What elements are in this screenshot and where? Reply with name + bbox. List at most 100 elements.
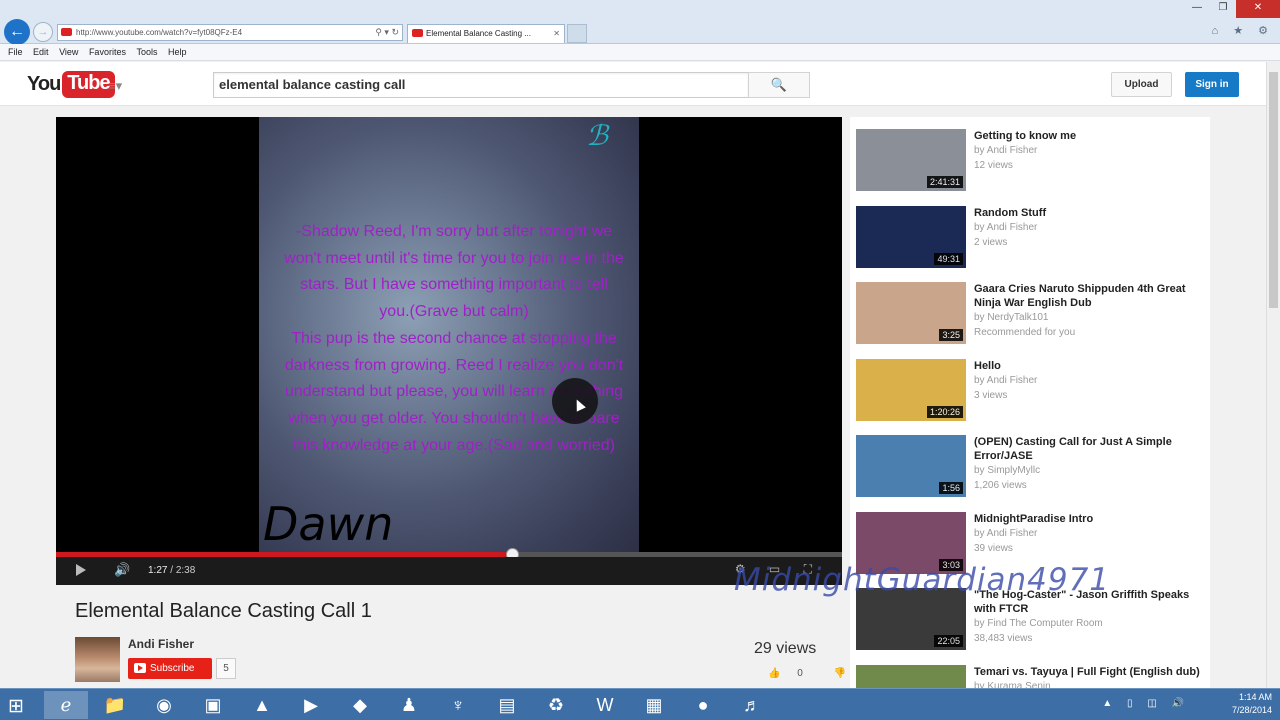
video-duration: 3:25 xyxy=(939,329,963,341)
video-duration: 1:56 xyxy=(939,482,963,494)
related-video-item[interactable]: Temari vs. Tayuya | Full Fight (English … xyxy=(856,664,1206,689)
view-count: 29 views xyxy=(754,640,817,657)
related-video-author: by Andi Fisher xyxy=(974,221,1038,233)
back-button[interactable]: ← xyxy=(4,19,30,45)
taskbar-apps: ℯ 📁 ◉ ▣ ▲ ▶ ◆ ♟ ♆ ▤ ♻ W ▦ ● ♬ xyxy=(44,691,779,719)
video-duration: 49:31 xyxy=(934,252,963,265)
taskbar-app-icon[interactable]: ▶ xyxy=(289,691,333,719)
menu-view[interactable]: View xyxy=(59,44,78,60)
logo-tube: Tube xyxy=(62,70,115,98)
video-duration: 2:41:31 xyxy=(926,176,963,188)
home-favorites-settings-icon[interactable]: ⌂ ★ ⚙ xyxy=(1212,24,1274,37)
address-controls-icon[interactable]: ⚲ ▾ ↻ xyxy=(375,25,399,40)
video-thumbnail[interactable]: 1:56 xyxy=(856,435,966,497)
youtube-favicon-icon xyxy=(412,29,423,37)
taskbar-app-icon[interactable]: ◉ xyxy=(142,691,186,719)
related-video-meta: 38,483 views xyxy=(974,633,1033,644)
taskbar-app-icon[interactable]: ♟ xyxy=(387,691,431,719)
tab-title: Elemental Balance Casting ... xyxy=(426,29,531,38)
related-video-item[interactable]: 1:20:26 Hello by Andi Fisher 3 views xyxy=(856,358,1206,423)
related-video-item[interactable]: 49:31 Random Stuff by Andi Fisher 2 views xyxy=(856,205,1206,270)
thumbs-down-icon: 👎 xyxy=(833,668,847,679)
channel-name[interactable]: Andi Fisher xyxy=(128,637,194,651)
browser-tab[interactable]: Elemental Balance Casting ... ✕ xyxy=(407,24,565,43)
guide-menu-icon[interactable]: ≡▾ xyxy=(108,78,122,94)
video-thumbnail[interactable]: 3:25 xyxy=(856,282,966,344)
current-time: 1:27 xyxy=(148,565,168,576)
related-video-author: by Andi Fisher xyxy=(974,145,1038,156)
close-window-button[interactable]: ✕ xyxy=(1236,0,1280,18)
restore-button[interactable]: ❐ xyxy=(1210,0,1236,18)
browser-titlebar: ← → http://www.youtube.com/watch?v=fyt08… xyxy=(0,0,1280,45)
taskbar-app-icon[interactable]: ● xyxy=(681,691,725,719)
video-duration: 1:20:26 xyxy=(926,405,963,418)
back-arrow-icon: ← xyxy=(9,23,25,40)
taskbar-app-icon[interactable]: ♬ xyxy=(730,691,774,719)
upload-button[interactable]: Upload xyxy=(1111,72,1172,97)
like-button[interactable]: 👍 0 xyxy=(768,668,817,679)
related-video-author: by Kurama Senin xyxy=(974,680,1051,689)
clock[interactable]: 1:14 AM 7/28/2014 xyxy=(1232,691,1272,717)
address-bar[interactable]: http://www.youtube.com/watch?v=fyt08QFz-… xyxy=(57,24,403,41)
video-thumbnail[interactable]: 1:20:26 xyxy=(856,358,966,421)
menu-help[interactable]: Help xyxy=(168,44,187,60)
related-video-author: by Andi Fisher xyxy=(974,527,1038,539)
clock-date: 7/28/2014 xyxy=(1231,705,1272,715)
taskbar-app-icon[interactable]: W xyxy=(583,691,627,719)
play-icon[interactable] xyxy=(76,564,86,576)
logo-you: You xyxy=(27,72,61,95)
taskbar-app-icon[interactable]: ▦ xyxy=(632,691,676,719)
channel-avatar[interactable] xyxy=(75,637,120,682)
search-button[interactable]: 🔍 xyxy=(748,72,810,98)
related-video-meta: 2 views xyxy=(974,236,1008,248)
taskbar-app-icon[interactable]: ▤ xyxy=(485,691,529,719)
system-tray-icon[interactable]: ▲ ▯ ◫ 🔊 xyxy=(1102,698,1190,709)
related-video-title[interactable]: Random Stuff xyxy=(974,206,1204,220)
taskbar-app-icon[interactable]: 📁 xyxy=(93,691,137,719)
related-video-meta: 12 views xyxy=(974,160,1013,171)
menu-favorites[interactable]: Favorites xyxy=(89,44,126,60)
minimize-button[interactable]: — xyxy=(1184,0,1210,18)
duration: 2:38 xyxy=(175,565,196,576)
tab-close-icon[interactable]: ✕ xyxy=(553,25,560,42)
related-video-item[interactable]: 1:56 (OPEN) Casting Call for Just A Simpl… xyxy=(856,435,1206,499)
related-video-title[interactable]: Hello xyxy=(974,359,1204,373)
scrollbar-thumb[interactable] xyxy=(1269,72,1278,308)
related-video-meta: 3 views xyxy=(974,389,1008,401)
taskbar-app-icon[interactable]: ▲ xyxy=(240,691,284,719)
video-thumbnail[interactable] xyxy=(856,664,966,688)
menu-tools[interactable]: Tools xyxy=(136,44,157,60)
menu-file[interactable]: File xyxy=(8,44,23,60)
sign-in-button[interactable]: Sign in xyxy=(1185,72,1239,97)
subscribe-button[interactable]: Subscribe xyxy=(128,658,212,679)
related-video-item[interactable]: 3:25 Gaara Cries Naruto Shippuden 4th Gre… xyxy=(856,282,1206,346)
taskbar-app-icon[interactable]: ▣ xyxy=(191,691,235,719)
related-video-meta: 1,206 views xyxy=(974,480,1027,491)
related-video-title[interactable]: (OPEN) Casting Call for Just A Simple Er… xyxy=(974,435,1204,463)
taskbar-app-icon[interactable]: ♻ xyxy=(534,691,578,719)
video-thumbnail[interactable]: 49:31 xyxy=(856,205,966,268)
youtube-logo[interactable]: You Tube xyxy=(27,70,115,98)
taskbar-app-icon[interactable]: ℯ xyxy=(44,691,88,719)
new-tab-button[interactable] xyxy=(567,24,587,43)
taskbar-app-icon[interactable]: ♆ xyxy=(436,691,480,719)
windows-start-icon[interactable]: ⊞ xyxy=(8,695,24,718)
video-player[interactable]: ℬ -Shadow Reed, I'm sorry but after toni… xyxy=(56,117,842,585)
taskbar-app-icon[interactable]: ◆ xyxy=(338,691,382,719)
related-video-title[interactable]: Getting to know me xyxy=(974,129,1204,143)
video-thumbnail[interactable]: 2:41:31 xyxy=(856,129,966,191)
forward-button[interactable]: → xyxy=(33,22,53,42)
menu-bar: File Edit View Favorites Tools Help xyxy=(0,44,1280,61)
related-video-title[interactable]: Temari vs. Tayuya | Full Fight (English … xyxy=(974,665,1204,679)
video-dawn-label: Dawn xyxy=(263,497,394,551)
menu-edit[interactable]: Edit xyxy=(33,44,49,60)
search-input[interactable]: elemental balance casting call xyxy=(213,72,749,98)
related-video-item[interactable]: 2:41:31 Getting to know me by Andi Fisher 1… xyxy=(856,129,1206,193)
page-scrollbar[interactable] xyxy=(1266,62,1280,688)
related-video-title[interactable]: Gaara Cries Naruto Shippuden 4th Great N… xyxy=(974,282,1204,310)
related-videos: 2:41:31 Getting to know me by Andi Fisher 1… xyxy=(850,117,1210,688)
youtube-header: You Tube ≡▾ elemental balance casting cal… xyxy=(0,62,1266,106)
related-video-title[interactable]: MidnightParadise Intro xyxy=(974,512,1204,526)
subscriber-count: 5 xyxy=(216,658,236,679)
volume-icon[interactable]: 🔊 xyxy=(114,562,130,578)
